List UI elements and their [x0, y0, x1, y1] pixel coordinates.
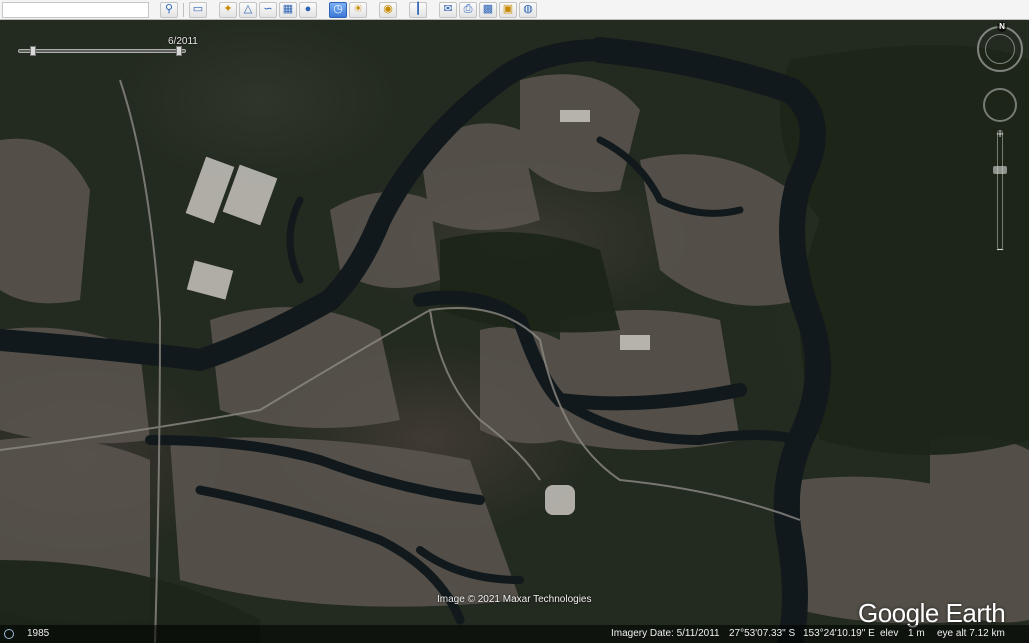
- toolbar: ⚲ ▭ ✦ △ ∽ ▦ ● ◷ ☀ ◉ ┃ ✉ ⎙ ▩ ▣ ◍: [0, 0, 1029, 20]
- longitude-readout: 153°24'10.19" E: [803, 628, 875, 639]
- toolbar-group-tools: ✦ △ ∽ ▦ ●: [218, 1, 318, 18]
- zoom-out-button[interactable]: −: [992, 242, 1008, 258]
- tour-icon[interactable]: ●: [299, 1, 317, 18]
- compass-center[interactable]: [985, 34, 1015, 64]
- toolbar-divider: [183, 2, 184, 17]
- toolbar-group-planets: ◉: [378, 1, 398, 18]
- historical-imagery-icon[interactable]: ◷: [329, 1, 347, 18]
- elevation-value: 1 m: [908, 628, 925, 639]
- time-slider[interactable]: 6/2011: [18, 36, 198, 56]
- imagery-credit: Image © 2021 Maxar Technologies: [437, 594, 592, 605]
- planets-icon[interactable]: ◉: [379, 1, 397, 18]
- eye-altitude-readout: eye alt 7.12 km: [937, 628, 1005, 639]
- save-image-icon[interactable]: ▩: [479, 1, 497, 18]
- search-icon[interactable]: ⚲: [160, 1, 178, 18]
- status-bar: 1985 Imagery Date: 5/11/2011 27°53'07.33…: [0, 625, 1029, 643]
- status-year: 1985: [27, 628, 50, 639]
- time-slider-track[interactable]: [18, 49, 186, 53]
- ruler-icon[interactable]: ┃: [409, 1, 427, 18]
- polygon-icon[interactable]: △: [239, 1, 257, 18]
- sunlight-icon[interactable]: ☀: [349, 1, 367, 18]
- toolbar-group-share: ✉ ⎙ ▩ ▣ ◍: [438, 1, 538, 18]
- zoom-slider-knob[interactable]: [993, 166, 1007, 174]
- navigation-controls: N + −: [969, 20, 1029, 270]
- time-slider-date: 6/2011: [168, 36, 198, 47]
- zoom-in-button[interactable]: +: [992, 126, 1008, 142]
- zoom-slider[interactable]: [997, 130, 1003, 250]
- sidebar-icon[interactable]: ▭: [189, 1, 207, 18]
- web-icon[interactable]: ◍: [519, 1, 537, 18]
- latitude-readout: 27°53'07.33" S: [729, 628, 796, 639]
- toolbar-group-search: ⚲ ▭: [159, 1, 208, 18]
- time-slider-end-handle[interactable]: [176, 46, 182, 56]
- time-slider-start-handle[interactable]: [30, 46, 36, 56]
- print-icon[interactable]: ⎙: [459, 1, 477, 18]
- placemark-icon[interactable]: ✦: [219, 1, 237, 18]
- satellite-map-view[interactable]: 6/2011 Image © 2021 Maxar Technologies G…: [0, 20, 1029, 643]
- move-joystick[interactable]: [983, 88, 1017, 122]
- toolbar-group-view: ◷ ☀: [328, 1, 368, 18]
- elevation-label: elev: [880, 628, 899, 639]
- imagery-date: Imagery Date: 5/11/2011: [611, 628, 720, 639]
- email-icon[interactable]: ✉: [439, 1, 457, 18]
- clock-icon[interactable]: [4, 629, 14, 639]
- map-imagery: [0, 37, 1029, 643]
- image-overlay-icon[interactable]: ▦: [279, 1, 297, 18]
- path-icon[interactable]: ∽: [259, 1, 277, 18]
- toolbar-group-measure: ┃: [408, 1, 428, 18]
- view-in-maps-icon[interactable]: ▣: [499, 1, 517, 18]
- north-indicator[interactable]: N: [997, 22, 1007, 32]
- search-input[interactable]: [2, 1, 149, 18]
